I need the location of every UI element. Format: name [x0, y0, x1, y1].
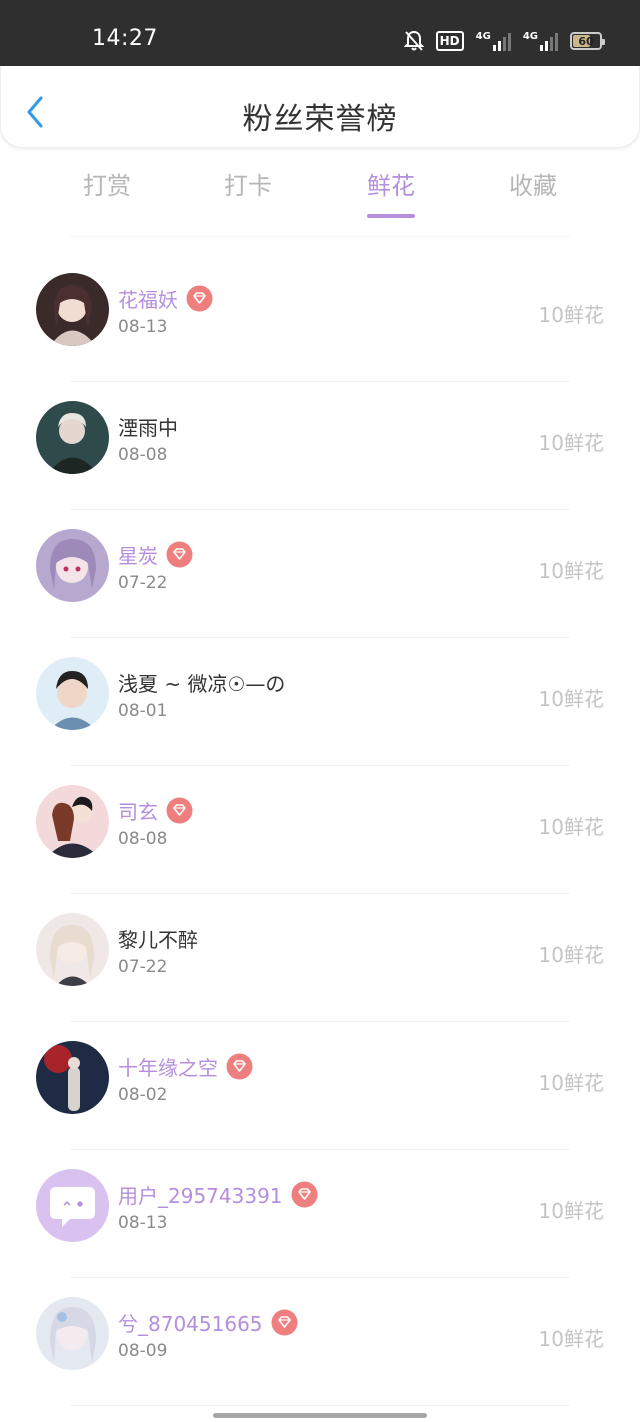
tab-reward[interactable]: 打赏	[57, 166, 157, 201]
flower-count: 10鲜花	[538, 1199, 604, 1223]
name-line: 浅夏 ~ 微凉☉—の	[118, 668, 285, 697]
flower-count: 10鲜花	[538, 1071, 604, 1095]
hd-icon: HD	[435, 31, 464, 51]
hd-label: HD	[439, 34, 460, 48]
tab-label: 打赏	[83, 172, 131, 200]
avatar[interactable]	[36, 1169, 109, 1242]
user-name: 黎儿不醉	[118, 928, 198, 952]
avatar[interactable]	[36, 529, 109, 602]
list-item[interactable]: 黎儿不醉 07-22 10鲜花	[0, 894, 640, 1022]
date: 08-01	[118, 701, 168, 721]
name-line: 黎儿不醉	[118, 924, 198, 953]
battery-level: 60	[578, 34, 594, 48]
list-item[interactable]: 司玄 08-08 10鲜花	[0, 766, 640, 894]
avatar[interactable]	[36, 913, 109, 986]
list-item[interactable]: 用户_295743391 08-13 10鲜花	[0, 1150, 640, 1278]
list-item[interactable]: 湮雨中 08-08 10鲜花	[0, 382, 640, 510]
name-line: 花福妖	[118, 284, 213, 313]
date: 08-13	[118, 317, 168, 337]
name-line: 十年缘之空	[118, 1052, 253, 1081]
tab-flowers[interactable]: 鲜花	[341, 166, 441, 218]
tab-active-indicator	[367, 214, 415, 218]
status-icons: HD 4G 4G 60	[403, 28, 605, 54]
avatar[interactable]	[36, 657, 109, 730]
signal-icon-2: 4G	[523, 31, 558, 51]
name-line: 星炭	[118, 540, 193, 569]
list-item[interactable]: 星炭 07-22 10鲜花	[0, 510, 640, 638]
user-name: 花福妖	[118, 288, 178, 312]
user-name: 司玄	[118, 800, 158, 824]
user-name: 十年缘之空	[118, 1056, 218, 1080]
network-label-1: 4G	[475, 31, 491, 42]
diamond-badge-icon	[271, 1309, 298, 1336]
tab-bar: 打赏 打卡 鲜花 收藏	[0, 160, 640, 220]
tab-checkin[interactable]: 打卡	[198, 166, 298, 201]
status-time: 14:27	[92, 26, 158, 51]
flower-count: 10鲜花	[538, 559, 604, 583]
tab-label: 打卡	[224, 172, 272, 200]
date: 07-22	[118, 573, 168, 593]
flower-count: 10鲜花	[538, 943, 604, 967]
tab-label: 收藏	[509, 172, 557, 200]
flower-count: 10鲜花	[538, 303, 604, 327]
page-title: 粉丝荣誉榜	[242, 102, 398, 137]
avatar[interactable]	[36, 785, 109, 858]
diamond-badge-icon	[226, 1053, 253, 1080]
fan-list: 花福妖 08-13 10鲜花 湮雨中 08-08 10鲜花 星炭 07-22 1…	[0, 254, 640, 1406]
divider	[70, 236, 570, 237]
name-line: 司玄	[118, 796, 193, 825]
signal-icon-1: 4G	[476, 31, 511, 51]
date: 08-09	[118, 1341, 168, 1361]
list-item[interactable]: 兮_870451665 08-09 10鲜花	[0, 1278, 640, 1406]
avatar[interactable]	[36, 273, 109, 346]
flower-count: 10鲜花	[538, 687, 604, 711]
name-line: 用户_295743391	[118, 1180, 318, 1209]
tab-favorites[interactable]: 收藏	[483, 166, 583, 201]
header-bar: 粉丝荣誉榜	[0, 66, 640, 148]
date: 08-02	[118, 1085, 168, 1105]
date: 08-13	[118, 1213, 168, 1233]
tab-label: 鲜花	[367, 172, 415, 200]
battery-icon: 60	[570, 32, 605, 50]
flower-count: 10鲜花	[538, 1327, 604, 1351]
diamond-badge-icon	[291, 1181, 318, 1208]
diamond-badge-icon	[186, 285, 213, 312]
list-item[interactable]: 浅夏 ~ 微凉☉—の 08-01 10鲜花	[0, 638, 640, 766]
user-name: 浅夏 ~ 微凉☉—の	[118, 672, 286, 696]
date: 08-08	[118, 829, 168, 849]
name-line: 湮雨中	[118, 412, 178, 441]
user-name: 星炭	[118, 544, 158, 568]
status-bar: 14:27 HD 4G 4G 60	[0, 0, 640, 66]
flower-count: 10鲜花	[538, 431, 604, 455]
user-name: 兮_870451665	[118, 1312, 263, 1336]
bell-muted-icon	[403, 30, 424, 51]
name-line: 兮_870451665	[118, 1308, 298, 1337]
home-indicator[interactable]	[213, 1413, 427, 1418]
list-item[interactable]: 花福妖 08-13 10鲜花	[0, 254, 640, 382]
flower-count: 10鲜花	[538, 815, 604, 839]
diamond-badge-icon	[166, 541, 193, 568]
user-name: 用户_295743391	[118, 1184, 283, 1208]
date: 07-22	[118, 957, 168, 977]
diamond-badge-icon	[166, 797, 193, 824]
list-item[interactable]: 十年缘之空 08-02 10鲜花	[0, 1022, 640, 1150]
network-label-2: 4G	[522, 31, 538, 42]
avatar[interactable]	[36, 1297, 109, 1370]
user-name: 湮雨中	[118, 416, 178, 440]
date: 08-08	[118, 445, 168, 465]
avatar[interactable]	[36, 1041, 109, 1114]
avatar[interactable]	[36, 401, 109, 474]
